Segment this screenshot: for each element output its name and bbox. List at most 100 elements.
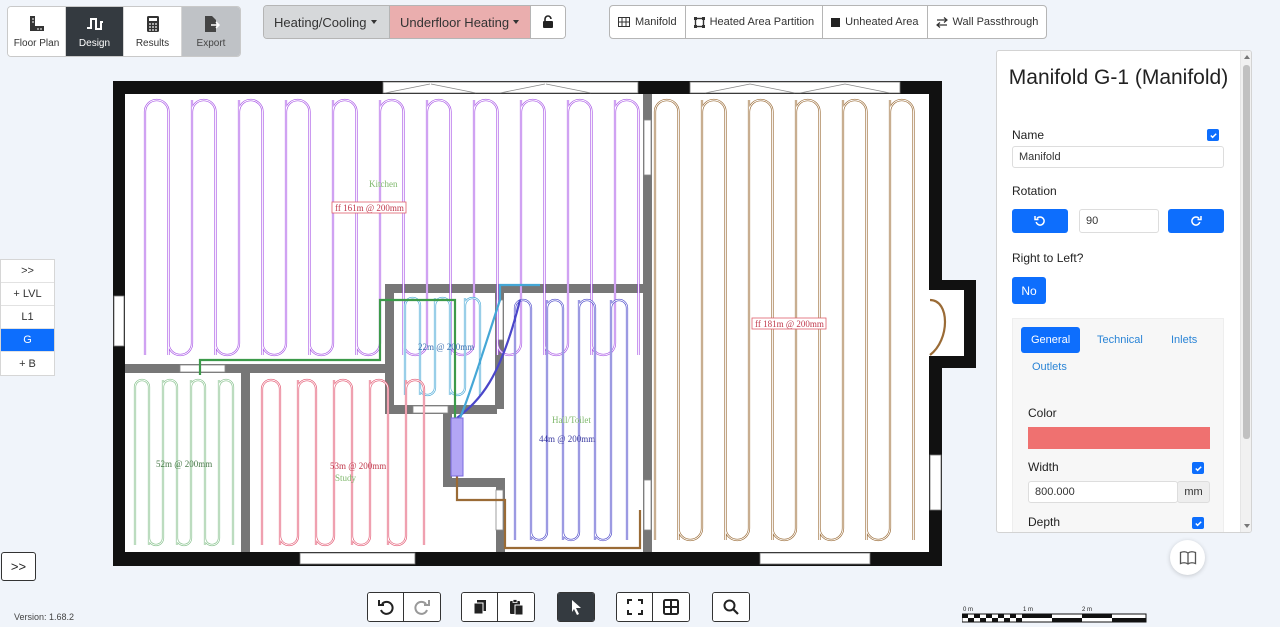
rotation-input[interactable]: 90 [1079,209,1159,233]
fit-view-button[interactable] [617,593,653,621]
color-label: Color [1028,406,1057,420]
view-tools [616,592,690,622]
help-button[interactable] [1170,540,1205,575]
tab-technical[interactable]: Technical [1097,334,1143,346]
expand-panel-button[interactable]: >> [1,552,36,581]
width-input[interactable]: 800.000 [1028,481,1178,503]
loop-label-study: 53m @ 200mm [330,461,386,471]
copy-button[interactable] [462,593,498,621]
subsystem-dropdown[interactable]: Underfloor Heating [390,6,531,38]
fullscreen-icon [626,599,643,615]
tool-label: Manifold [635,16,677,28]
pipe-icon [86,18,103,30]
cursor-icon [572,600,581,615]
level-l1[interactable]: L1 [1,306,54,329]
system-dropdown[interactable]: Heating/Cooling [264,6,390,38]
add-basement-button[interactable]: + B [1,352,54,375]
panel-subtabs: General Technical Inlets Outlets Color W… [1012,318,1224,532]
rtl-label: Right to Left? [1012,251,1084,265]
manifold[interactable] [450,417,464,477]
book-icon [1179,550,1196,565]
panel-scrollbar[interactable] [1240,51,1251,532]
paste-icon [510,599,524,616]
undo-button[interactable] [368,593,404,621]
tab-export[interactable]: Export [182,7,240,56]
scroll-thumb[interactable] [1243,65,1250,439]
room-name-hall: Hall/Toilet [552,415,591,425]
depth-label: Depth [1028,515,1061,529]
tab-label: Results [135,38,170,49]
history-tools [367,592,441,622]
design-tools: Manifold Heated Area Partition Unheated … [609,5,1048,39]
system-label: Heating/Cooling [274,14,367,30]
loop-label-bedroom: 52m @ 200mm [156,459,212,469]
unlock-icon [543,15,553,28]
select-tools [557,592,595,622]
tab-floor-plan[interactable]: Floor Plan [8,7,66,56]
caret-down-icon [513,20,520,24]
grid-icon [618,17,630,27]
name-input[interactable]: Manifold [1012,146,1224,168]
loop-label-main: ff 181m @ 200mm [755,319,824,329]
unheated-area-button[interactable]: Unheated Area [823,6,928,38]
color-swatch[interactable] [1028,427,1210,449]
tab-results[interactable]: Results [124,7,182,56]
export-icon [205,16,221,32]
name-label: Name [1012,128,1045,142]
tab-label: Export [196,38,226,49]
level-g[interactable]: G [1,329,54,352]
collapse-levels-button[interactable]: >> [1,260,54,283]
check-icon [1194,465,1202,471]
rotation-label: Rotation [1012,184,1057,198]
main-tabs: Floor Plan Design Results Export [7,6,241,57]
tab-label: Design [78,38,111,49]
name-checkbox[interactable] [1207,129,1219,141]
grid-toggle-button[interactable] [653,593,689,621]
zoom-button[interactable] [713,593,749,621]
select-button[interactable] [558,593,594,621]
panel-title: Manifold G-1 (Manifold) [1008,66,1229,89]
rtl-toggle[interactable]: No [1012,277,1046,304]
check-icon [1209,132,1217,138]
rotate-right-button[interactable] [1168,209,1224,233]
scale-label-1: 1 m [1023,607,1033,613]
tab-general[interactable]: General [1021,327,1081,353]
mode-selector: Heating/Cooling Underfloor Heating [263,5,566,39]
add-level-button[interactable]: + LVL [1,283,54,306]
scale-label-0: 0 m [963,607,973,613]
subsystem-label: Underfloor Heating [400,14,510,30]
version-label: Version: 1.68.2 [14,612,75,622]
floor-plan-canvas[interactable]: Kitchen ff 161m @ 200mm ff 181m @ 200mm … [113,80,979,568]
wall-passthrough-button[interactable]: Wall Passthrough [928,6,1047,38]
ruler-icon [29,16,44,31]
rotate-cw-icon [1191,216,1202,226]
arrows-icon [935,16,948,28]
loop-label-kitchen: ff 161m @ 200mm [335,203,404,213]
tool-label: Unheated Area [845,16,919,28]
rotate-left-button[interactable] [1012,209,1068,233]
loop-label-hall: 44m @ 200mm [539,434,595,444]
scale-bar: 0 m 1 m 2 m [962,607,1147,623]
scroll-down-arrow-icon[interactable] [1244,524,1250,528]
loop-label-store: 22m @ 200mm [418,342,474,352]
search-icon [723,599,739,615]
paste-button[interactable] [498,593,534,621]
heated-area-partition-button[interactable]: Heated Area Partition [686,6,824,38]
calculator-icon [146,16,159,32]
tab-label: Floor Plan [13,38,60,49]
tab-outlets[interactable]: Outlets [1032,361,1067,373]
level-sidebar: >> + LVL L1 G + B [0,259,55,376]
lock-button[interactable] [531,6,565,38]
tab-inlets[interactable]: Inlets [1171,334,1197,346]
depth-checkbox[interactable] [1192,517,1204,529]
caret-down-icon [370,20,377,24]
width-checkbox[interactable] [1192,462,1204,474]
manifold-tool-button[interactable]: Manifold [610,6,686,38]
tool-label: Wall Passthrough [952,16,1039,28]
room-name-kitchen: Kitchen [369,179,398,189]
scroll-up-arrow-icon[interactable] [1244,55,1250,59]
scale-label-2: 2 m [1082,607,1092,613]
redo-button[interactable] [404,593,440,621]
undo-icon [377,600,394,615]
tab-design[interactable]: Design [66,7,124,56]
